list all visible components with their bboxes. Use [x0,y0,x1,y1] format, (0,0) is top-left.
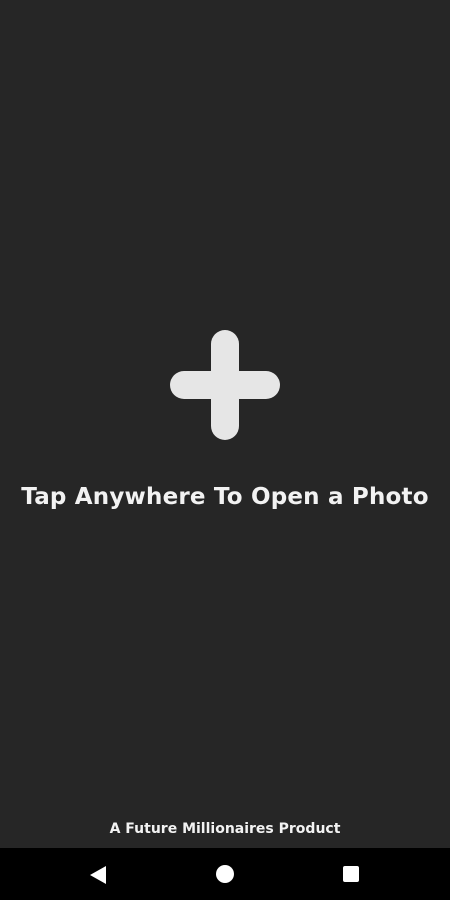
open-photo-tap-area[interactable]: Tap Anywhere To Open a Photo A Future Mi… [0,0,450,848]
home-circle-icon [216,865,234,883]
recents-button[interactable] [321,848,381,900]
recents-square-icon [343,866,359,882]
plus-icon-horizontal-bar [170,371,280,399]
plus-icon [170,330,280,440]
credit-footer: A Future Millionaires Product [109,821,341,837]
back-triangle-icon [90,866,106,884]
home-button[interactable] [195,848,255,900]
back-button[interactable] [68,848,128,900]
open-photo-prompt: Tap Anywhere To Open a Photo [21,484,429,510]
system-navigation-bar [0,848,450,900]
app-screen: Tap Anywhere To Open a Photo A Future Mi… [0,0,450,900]
